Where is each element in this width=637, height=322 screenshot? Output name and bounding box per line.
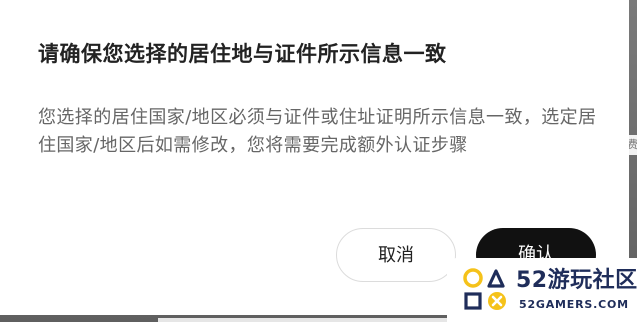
watermark-logo-badge: 52游玩社区 52GAMERS.COM xyxy=(447,258,637,322)
watermark-domain: 52GAMERS.COM xyxy=(519,298,629,311)
bottom-bar xyxy=(158,318,448,322)
watermark-site-name: 52游玩社区 xyxy=(516,268,637,293)
dialog-title: 请确保您选择的居住地与证件所示信息一致 xyxy=(38,42,447,66)
cancel-button[interactable]: 取消 xyxy=(336,228,456,282)
playstation-shapes-logo-icon xyxy=(463,268,506,310)
dialog-message: 您选择的居住国家/地区必须与证件或住址证明所示信息一致，选定居住国家/地区后如需… xyxy=(38,107,597,156)
